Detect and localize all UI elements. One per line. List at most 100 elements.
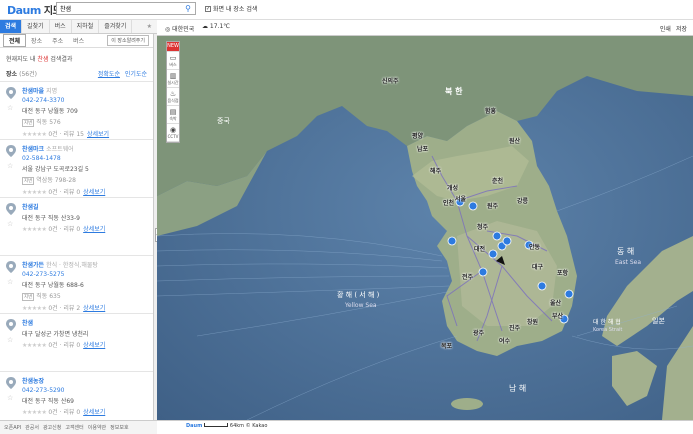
place-phone: 02-584-1478 [22,155,61,162]
detail-link[interactable]: 상세보기 [83,226,105,233]
search-input[interactable] [57,3,167,14]
cctv-icon: ◉ [169,126,177,134]
footer-link[interactable]: 정보보호 [110,424,128,431]
city-label: 원산 [509,138,521,145]
list-item[interactable]: ☆ 찬샘가든 한식 · 한정식,해물탕 042-273-5275 대전 동구 낭월동 6… [0,256,153,314]
scale-logo: Daum [186,423,203,429]
footer-link[interactable]: 이용약관 [88,424,106,431]
map-label-korea-strait-en: Korea Strait [593,327,623,333]
tool-food[interactable]: ♨ 음식점 [167,88,179,106]
favorite-star-icon[interactable]: ☆ [7,394,13,402]
subtab-bus[interactable]: 버스 [68,35,89,46]
footer-link[interactable]: 광고신청 [43,424,61,431]
city-label: 울산 [550,300,562,307]
map-canvas[interactable]: 중국 북 한 황 해 ( 서 해 ) Yellow Sea 동 해 East S… [157,36,693,420]
tab-directions[interactable]: 길찾기 [22,20,50,33]
save-button[interactable]: 저장 [676,26,687,33]
tool-traffic[interactable]: ▥ 실시간 [167,70,179,88]
map-label-yellow-sea-en: Yellow Sea [345,302,377,309]
pin-icon [6,203,16,215]
subtab-place[interactable]: 장소 [26,35,47,46]
suggest-place-button[interactable]: 이 장소알려주기 [107,35,149,46]
favorite-star-icon[interactable]: ☆ [7,336,13,344]
result-suffix: 검색결과 [48,56,73,63]
daum-logo[interactable]: Daum 지도 [7,2,62,17]
list-item[interactable]: ☆ 찬샘마을 지명 042-274-3370 대전 동구 낭월동 709 지번 직동 576… [0,82,153,140]
traffic-icon: ▥ [169,72,177,80]
list-item[interactable]: ☆ 찬샘 대구 달성군 가창면 냉천리 ★★★★★ 0건 · 리뷰 0 상세보기 [0,314,153,372]
tool-hotel-label: 숙박 [169,116,177,121]
list-item[interactable]: ☆ 찬샘길 대전 동구 직동 산33-9 ★★★★★ 0건 · 리뷰 0 상세보기 [0,198,153,256]
place-name[interactable]: 찬샘가든 [22,262,44,269]
city-label: 목포 [441,343,453,350]
place-address: 대전 동구 낭월동 709 [22,108,78,115]
place-name[interactable]: 찬샘마을 [22,88,44,95]
place-name[interactable]: 찬샘길 [22,204,39,211]
print-button[interactable]: 인쇄 [660,26,671,33]
map-label-east-sea: 동 해 [617,247,635,256]
sort-accuracy[interactable]: 정확도순 [98,71,120,78]
place-category: 소프트웨어 [46,146,74,153]
map-label-korea-strait: 대 한 해 협 [593,319,621,326]
top-bar: Daum지도 ⚲ ✓ 화면 내 장소 검색 [0,0,693,20]
favorite-star-icon[interactable]: ☆ [7,278,13,286]
sort-popularity[interactable]: 인기도순 [125,71,147,78]
place-name[interactable]: 찬샘농장 [22,378,44,385]
place-name[interactable]: 찬샘 [22,320,33,327]
hotel-icon: ▤ [169,108,177,116]
tab-subway[interactable]: 지하철 [72,20,100,33]
region-selector[interactable]: ◎ 대한민국 [165,24,194,33]
footer: 오픈API 관공서 광고신청 고객센터 이용약관 정보보호 [0,420,157,434]
city-label: 함흥 [485,108,497,115]
tab-search[interactable]: 검색 [0,20,23,33]
place-name[interactable]: 찬샘마크 [22,146,44,153]
tool-bus[interactable]: ▭ 버스 [167,52,179,70]
detail-link[interactable]: 상세보기 [83,409,105,416]
tab-favorites[interactable]: 즐겨찾기 [99,20,133,33]
tool-cctv[interactable]: ◉ CCTV [167,124,179,142]
city-label: 해주 [430,168,442,175]
city-label: 춘천 [492,178,504,185]
footer-link[interactable]: 오픈API [4,424,21,431]
review-count: 0건 · 리뷰 0 [48,409,81,416]
map-label-china: 중국 [217,117,230,125]
favorite-star-icon[interactable]: ☆ [7,220,13,228]
map-bar: ◎ 대한민국 ☁ 17.1℃ 인쇄 저장 [157,20,693,36]
pin-icon [6,87,16,99]
subtab-all[interactable]: 전체 [3,34,27,47]
footer-link[interactable]: 고객센터 [65,424,83,431]
lot-tag: 지번 [22,293,35,301]
footer-link[interactable]: 관공서 [25,424,39,431]
city-label: 여수 [499,338,511,345]
tab-bus[interactable]: 버스 [50,20,72,33]
map-only-checkbox[interactable]: ✓ 화면 내 장소 검색 [205,4,257,13]
city-label: 전주 [462,274,474,281]
scale-label: 64km [229,423,245,429]
place-category: 한식 · 한정식,해물탕 [46,262,98,269]
rating-stars: ★★★★★ [22,409,47,416]
favorite-star-icon[interactable]: ☆ [7,104,13,112]
sort-header: 장소 (56건) 정확도순 인기도순 [0,66,153,82]
place-lot: 직동 576 [36,119,61,126]
detail-link[interactable]: 상세보기 [83,305,105,312]
detail-link[interactable]: 상세보기 [83,342,105,349]
search-icon[interactable]: ⚲ [183,4,193,14]
list-item[interactable]: ☆ 찬샘마크 소프트웨어 02-584-1478 서울 강남구 도곡로23길 5 지번 역삼… [0,140,153,198]
place-phone: 042-274-3370 [22,97,65,104]
map-label-yellow-sea: 황 해 ( 서 해 ) [337,291,380,299]
star-icon[interactable]: ★ [142,20,157,33]
tool-hotel[interactable]: ▤ 숙박 [167,106,179,124]
city-label: 개성 [447,185,459,192]
place-address: 대전 동구 직동 산69 [22,398,74,405]
list-item[interactable]: ☆ 찬샘농장 042-273-5290 대전 동구 직동 산69 ★★★★★ 0건 · … [0,372,153,420]
detail-link[interactable]: 상세보기 [83,189,105,196]
favorite-star-icon[interactable]: ☆ [7,162,13,170]
new-badge: NEW [167,42,179,52]
detail-link[interactable]: 상세보기 [87,131,109,138]
tool-food-label: 음식점 [167,98,179,103]
subtab-address[interactable]: 주소 [47,35,68,46]
review-count: 0건 · 리뷰 0 [48,342,81,349]
place-address: 서울 강남구 도곡로23길 5 [22,166,89,173]
place-category: 지명 [46,88,58,95]
place-phone: 042-273-5290 [22,387,65,394]
